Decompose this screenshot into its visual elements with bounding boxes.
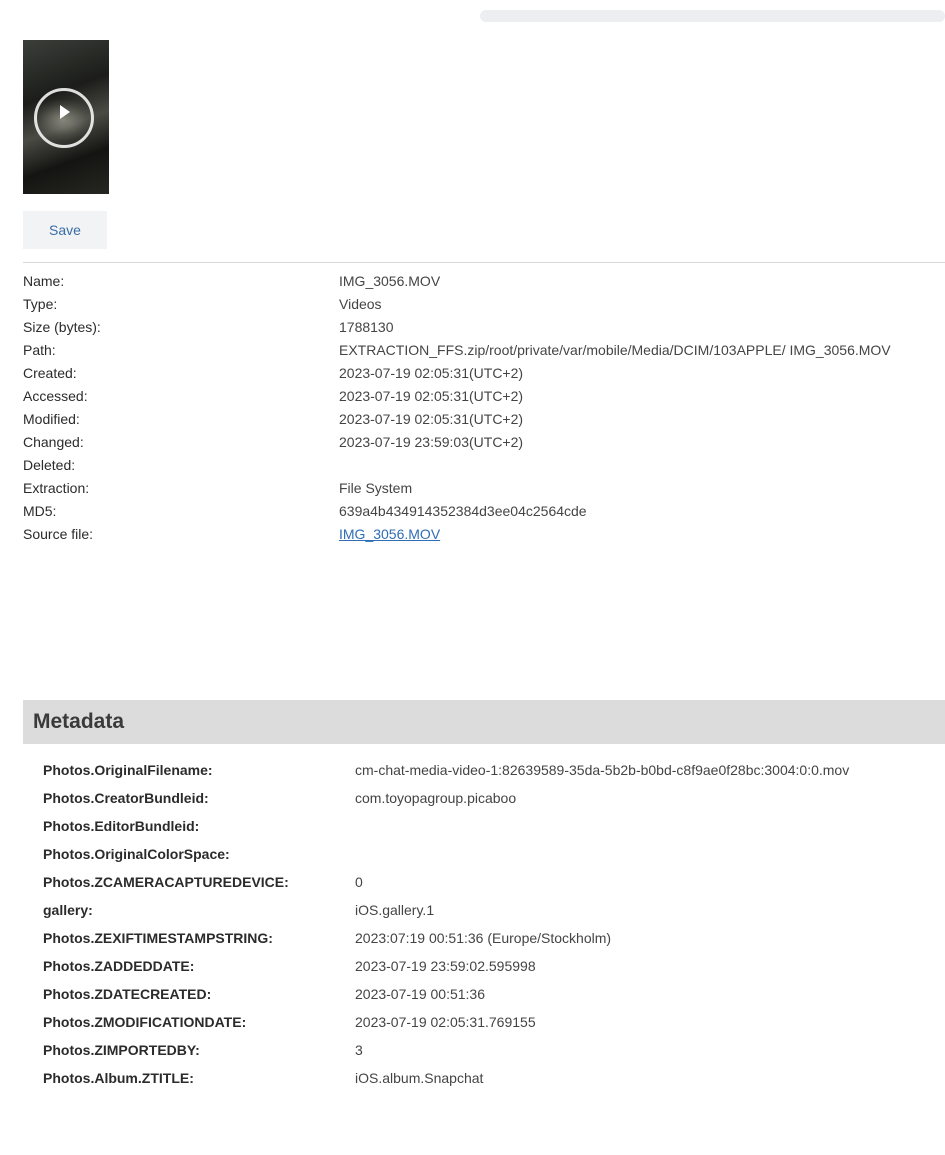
- divider: [23, 262, 945, 263]
- metadata-row: Photos.EditorBundleid:: [43, 816, 943, 837]
- metadata-value: 2023-07-19 00:51:36: [355, 986, 485, 1002]
- property-row-path: Path: EXTRACTION_FFS.zip/root/private/va…: [23, 339, 945, 361]
- property-label: Extraction:: [23, 480, 90, 496]
- property-value: 2023-07-19 02:05:31(UTC+2): [339, 411, 524, 427]
- property-label: Path:: [23, 342, 56, 358]
- property-row-deleted: Deleted:: [23, 454, 945, 476]
- play-icon[interactable]: [34, 88, 94, 148]
- property-row-size: Size (bytes): 1788130: [23, 316, 945, 338]
- property-row-md5: MD5: 639a4b434914352384d3ee04c2564cde: [23, 500, 945, 522]
- horizontal-scrollbar[interactable]: [480, 10, 945, 22]
- property-label: Accessed:: [23, 388, 88, 404]
- property-row-modified: Modified: 2023-07-19 02:05:31(UTC+2): [23, 408, 945, 430]
- property-value: Videos: [339, 296, 382, 312]
- property-label: Deleted:: [23, 457, 76, 473]
- property-label: Changed:: [23, 434, 84, 450]
- metadata-label: Photos.OriginalFilename:: [43, 762, 213, 778]
- metadata-row: Photos.OriginalFilename: cm-chat-media-v…: [43, 760, 943, 781]
- property-value: [339, 454, 945, 476]
- property-value: 2023-07-19 02:05:31(UTC+2): [339, 365, 524, 381]
- metadata-row: Photos.ZEXIFTIMESTAMPSTRING: 2023:07:19 …: [43, 928, 943, 949]
- metadata-value: [355, 816, 943, 837]
- property-value: IMG_3056.MOV: [339, 273, 441, 289]
- metadata-value: 2023-07-19 02:05:31.769155: [355, 1014, 536, 1030]
- property-value: 1788130: [339, 319, 394, 335]
- metadata-value: 3: [355, 1042, 363, 1058]
- metadata-row: Photos.ZCAMERACAPTUREDEVICE: 0: [43, 872, 943, 893]
- metadata-value: iOS.gallery.1: [355, 902, 435, 918]
- metadata-row: Photos.ZADDEDDATE: 2023-07-19 23:59:02.5…: [43, 956, 943, 977]
- metadata-row: Photos.CreatorBundleid: com.toyopagroup.…: [43, 788, 943, 809]
- property-row-changed: Changed: 2023-07-19 23:59:03(UTC+2): [23, 431, 945, 453]
- source-file-link[interactable]: IMG_3056.MOV: [339, 523, 945, 545]
- metadata-label: Photos.EditorBundleid:: [43, 818, 200, 834]
- property-row-accessed: Accessed: 2023-07-19 02:05:31(UTC+2): [23, 385, 945, 407]
- property-label: Name:: [23, 273, 65, 289]
- property-value: EXTRACTION_FFS.zip/root/private/var/mobi…: [339, 342, 891, 358]
- property-label: Source file:: [23, 526, 94, 542]
- property-row-type: Type: Videos: [23, 293, 945, 315]
- metadata-value: 2023-07-19 23:59:02.595998: [355, 958, 536, 974]
- property-label: Type:: [23, 296, 58, 312]
- metadata-row: gallery: iOS.gallery.1: [43, 900, 943, 921]
- metadata-table: Photos.OriginalFilename: cm-chat-media-v…: [43, 760, 943, 1096]
- property-value: File System: [339, 480, 413, 496]
- metadata-row: Photos.ZDATECREATED: 2023-07-19 00:51:36: [43, 984, 943, 1005]
- metadata-value: com.toyopagroup.picaboo: [355, 790, 517, 806]
- property-label: Created:: [23, 365, 77, 381]
- property-label: Size (bytes):: [23, 319, 101, 335]
- property-row-source-file: Source file: IMG_3056.MOV: [23, 523, 945, 545]
- metadata-label: Photos.ZCAMERACAPTUREDEVICE:: [43, 874, 289, 890]
- save-button[interactable]: Save: [23, 211, 107, 249]
- section-title: Metadata: [33, 710, 125, 733]
- metadata-row: Photos.ZIMPORTEDBY: 3: [43, 1040, 943, 1061]
- metadata-label: Photos.ZDATECREATED:: [43, 986, 212, 1002]
- video-thumbnail[interactable]: [23, 40, 109, 194]
- metadata-value: 0: [355, 874, 363, 890]
- metadata-label: Photos.OriginalColorSpace:: [43, 846, 230, 862]
- metadata-label: Photos.CreatorBundleid:: [43, 790, 209, 806]
- metadata-value: cm-chat-media-video-1:82639589-35da-5b2b…: [355, 762, 850, 778]
- property-row-name: Name: IMG_3056.MOV: [23, 270, 945, 292]
- property-row-created: Created: 2023-07-19 02:05:31(UTC+2): [23, 362, 945, 384]
- metadata-value: iOS.album.Snapchat: [355, 1070, 484, 1086]
- property-value: 639a4b434914352384d3ee04c2564cde: [339, 503, 587, 519]
- property-label: MD5:: [23, 503, 57, 519]
- metadata-label: Photos.Album.ZTITLE:: [43, 1070, 194, 1086]
- metadata-label: Photos.ZEXIFTIMESTAMPSTRING:: [43, 930, 273, 946]
- property-label: Modified:: [23, 411, 80, 427]
- metadata-label: gallery:: [43, 902, 93, 918]
- metadata-label: Photos.ZMODIFICATIONDATE:: [43, 1014, 247, 1030]
- file-details-page: Save Name: IMG_3056.MOV Type: Videos Siz…: [0, 0, 945, 1155]
- property-row-extraction: Extraction: File System: [23, 477, 945, 499]
- metadata-row: Photos.OriginalColorSpace:: [43, 844, 943, 865]
- property-value: 2023-07-19 23:59:03(UTC+2): [339, 434, 524, 450]
- metadata-value: [355, 844, 943, 865]
- metadata-value: 2023:07:19 00:51:36 (Europe/Stockholm): [355, 930, 612, 946]
- property-value: 2023-07-19 02:05:31(UTC+2): [339, 388, 524, 404]
- metadata-label: Photos.ZIMPORTEDBY:: [43, 1042, 200, 1058]
- metadata-label: Photos.ZADDEDDATE:: [43, 958, 195, 974]
- play-triangle-icon: [60, 105, 70, 119]
- file-properties-table: Name: IMG_3056.MOV Type: Videos Size (by…: [23, 270, 945, 546]
- metadata-row: Photos.Album.ZTITLE: iOS.album.Snapchat: [43, 1068, 943, 1089]
- metadata-row: Photos.ZMODIFICATIONDATE: 2023-07-19 02:…: [43, 1012, 943, 1033]
- metadata-section-header: Metadata: [23, 700, 945, 744]
